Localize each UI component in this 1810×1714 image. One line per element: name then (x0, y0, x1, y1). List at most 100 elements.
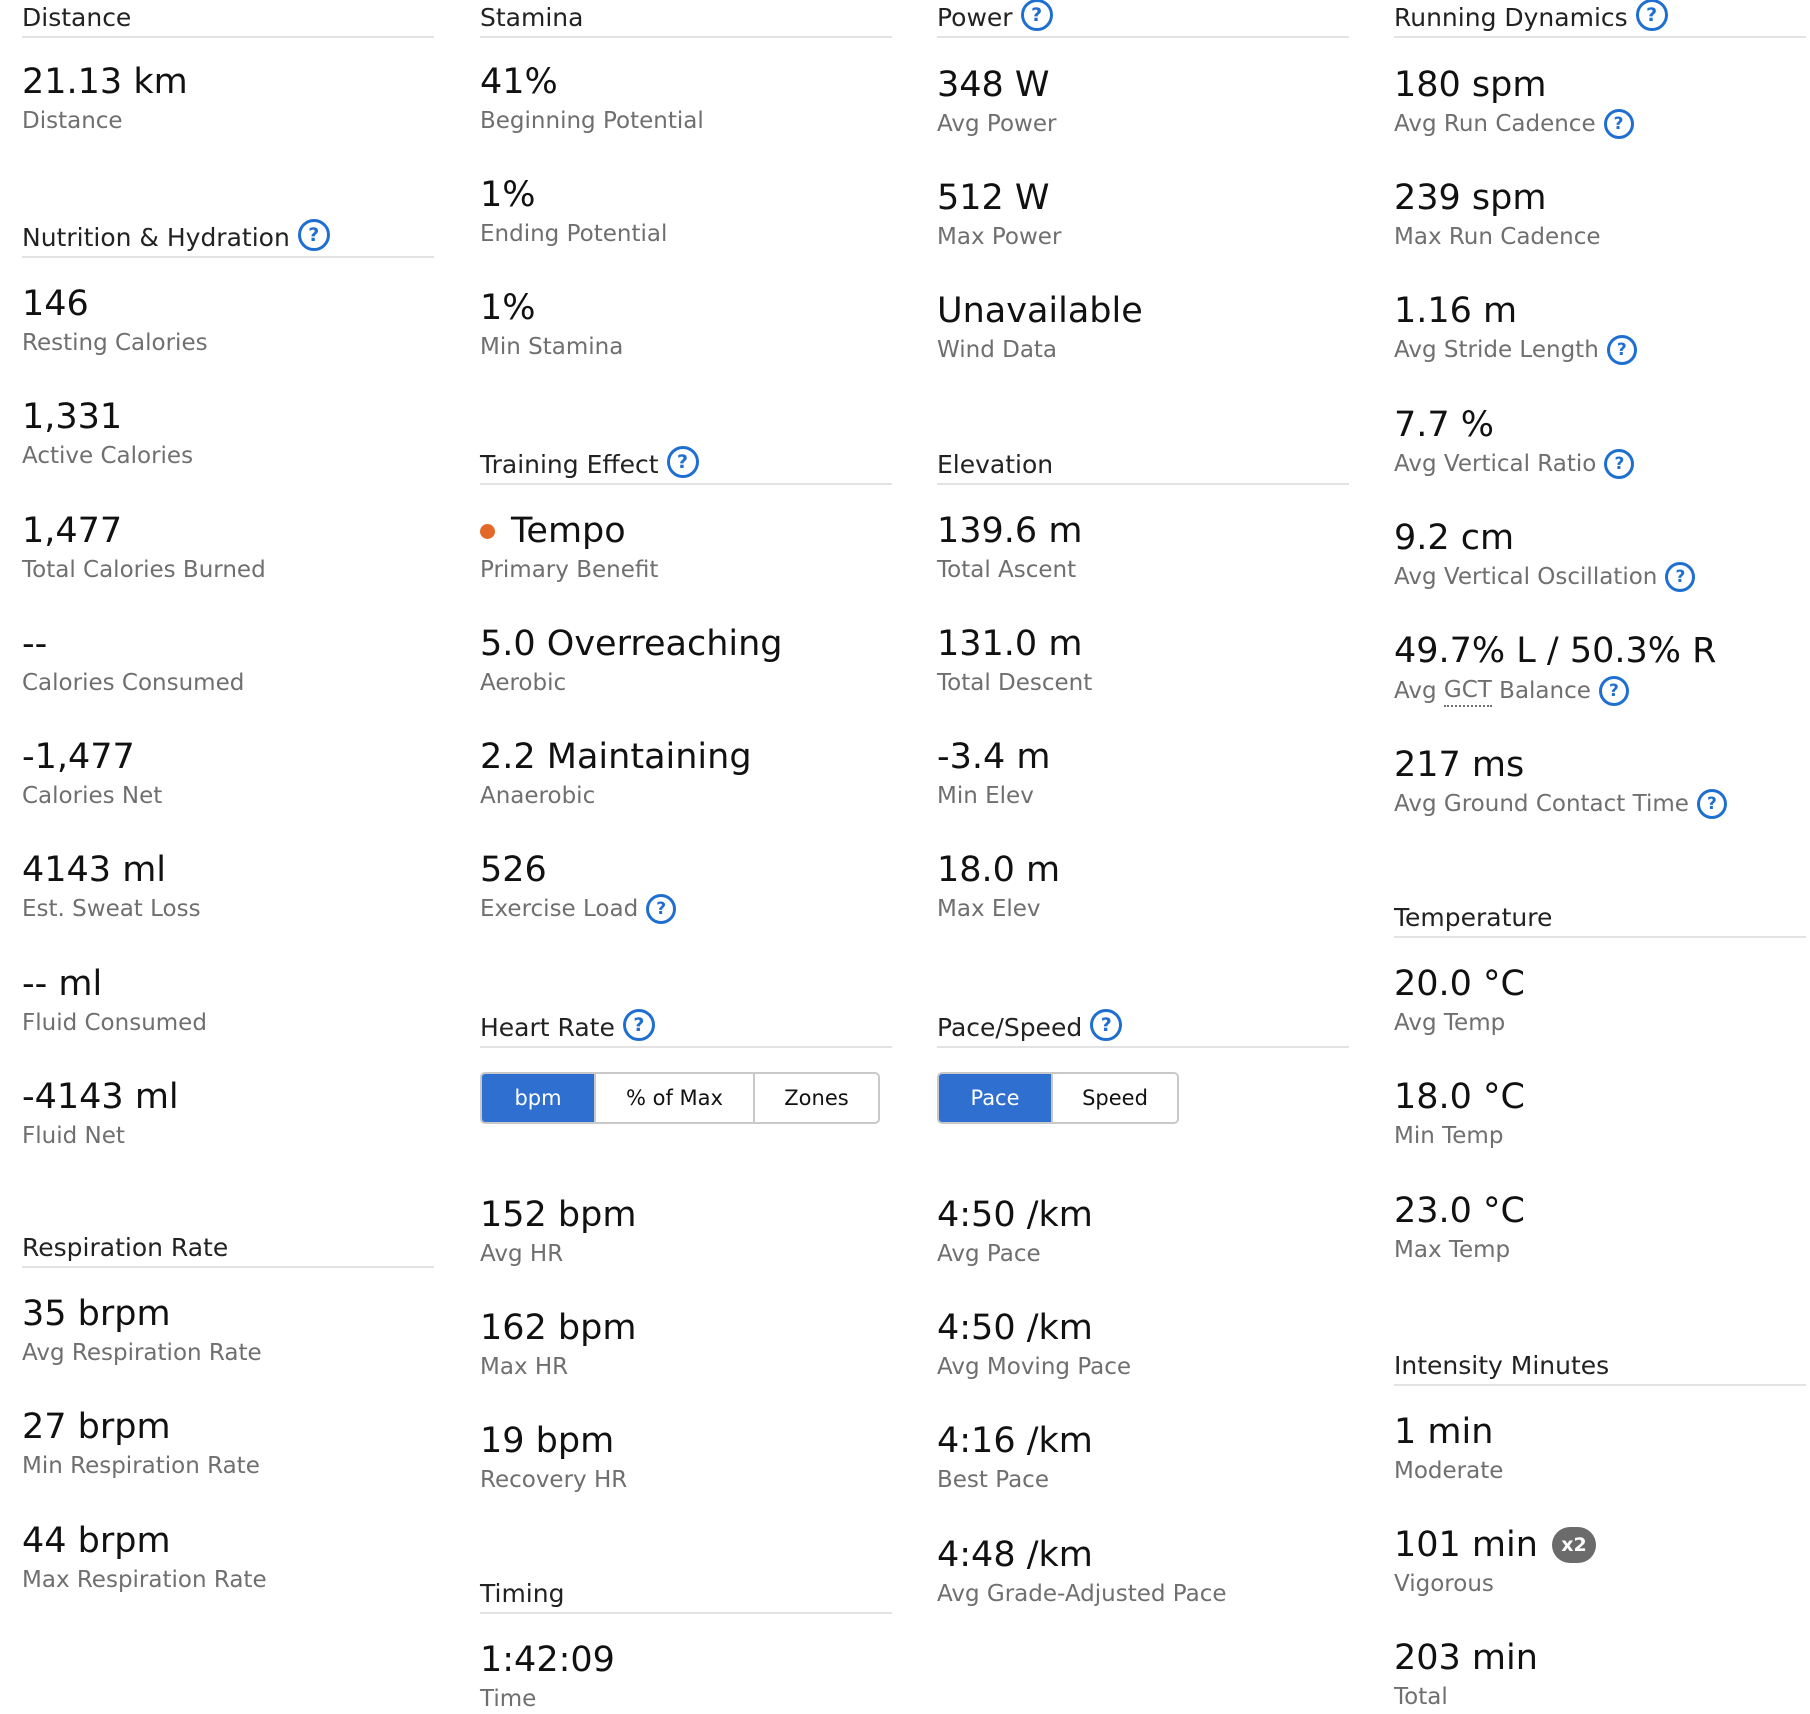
metric-label: Resting Calories (22, 330, 208, 356)
metric-label: Max Temp (1394, 1237, 1511, 1263)
metric-value: 512 W (937, 178, 1050, 218)
help-icon[interactable]: ? (1090, 1009, 1123, 1041)
metric-value: 1% (480, 175, 536, 215)
toggle-percent-max[interactable]: % of Max (596, 1074, 755, 1122)
power-section: Power? (937, 0, 1349, 38)
running-dynamics-section: Running Dynamics? (1394, 0, 1806, 38)
metric-value: -- (22, 624, 48, 664)
section-title: Elevation (937, 450, 1054, 479)
help-icon[interactable]: ? (666, 446, 699, 478)
toggle-zones[interactable]: Zones (755, 1074, 878, 1122)
metric-max-elev: 18.0 m Max Elev (937, 848, 1349, 924)
help-icon[interactable]: ? (1606, 335, 1637, 365)
metric-label: Fluid Consumed (22, 1010, 207, 1036)
metric-value: 2.2 Maintaining (480, 737, 752, 777)
metric-sweat-loss: 4143 ml Est. Sweat Loss (22, 848, 434, 924)
metric-value: 146 (22, 284, 89, 324)
metric-label: Fluid Net (22, 1123, 125, 1149)
metric-beginning-potential: 41% Beginning Potential (480, 60, 892, 136)
metric-moderate: 1 min Moderate (1394, 1410, 1806, 1486)
metric-ending-potential: 1% Ending Potential (480, 173, 892, 249)
help-icon[interactable]: ? (1604, 449, 1635, 479)
section-title: Power (937, 3, 1013, 32)
label-avg: Avg (1394, 678, 1437, 704)
metric-label: Ending Potential (480, 221, 668, 247)
metric-label: Moderate (1394, 1458, 1504, 1484)
metric-total-descent: 131.0 m Total Descent (937, 622, 1349, 698)
metric-label: Distance (22, 108, 123, 134)
pace-section: Pace/Speed? (937, 1009, 1349, 1048)
running-dynamics-header: Running Dynamics? (1394, 0, 1806, 38)
metric-value: 217 ms (1394, 745, 1525, 785)
metric-value: 152 bpm (480, 1195, 637, 1235)
toggle-pace[interactable]: Pace (939, 1074, 1053, 1122)
help-icon[interactable]: ? (646, 894, 677, 924)
metric-value: 44 brpm (22, 1521, 171, 1561)
help-icon[interactable]: ? (1020, 0, 1053, 31)
section-title: Timing (480, 1579, 565, 1608)
metric-value: 131.0 m (937, 624, 1083, 664)
stamina-header: Stamina (480, 0, 892, 38)
nutrition-section: Nutrition & Hydration? (22, 219, 434, 258)
help-icon[interactable]: ? (1696, 789, 1727, 819)
metric-label: Total Descent (937, 670, 1093, 696)
gct-abbreviation[interactable]: GCT (1443, 675, 1492, 707)
metric-wind-data: Unavailable Wind Data (937, 289, 1349, 365)
metric-label: Calories Net (22, 783, 163, 809)
metric-gct-balance: 49.7% L / 50.3% R Avg GCT Balance? (1394, 629, 1806, 707)
metric-vigorous: 101 min x2 Vigorous (1394, 1523, 1806, 1599)
metric-value: 7.7 % (1394, 405, 1495, 445)
metric-total-ascent: 139.6 m Total Ascent (937, 509, 1349, 585)
metric-fluid-net: -4143 ml Fluid Net (22, 1075, 434, 1151)
timing-header: Timing (480, 1576, 892, 1614)
help-icon[interactable]: ? (622, 1009, 655, 1041)
toggle-speed[interactable]: Speed (1053, 1074, 1177, 1122)
metric-label: Avg Ground Contact Time? (1394, 789, 1806, 819)
metric-label: Max Elev (937, 896, 1041, 922)
power-header: Power? (937, 0, 1349, 38)
metric-total-intensity: 203 min Total (1394, 1636, 1806, 1712)
toggle-bpm[interactable]: bpm (482, 1074, 596, 1122)
help-icon[interactable]: ? (1665, 562, 1696, 592)
help-icon[interactable]: ? (297, 219, 330, 251)
metric-label: Best Pace (937, 1467, 1049, 1493)
metric-label: Min Stamina (480, 334, 624, 360)
metric-label: Avg Temp (1394, 1010, 1506, 1036)
intensity-header: Intensity Minutes (1394, 1348, 1806, 1386)
metric-avg-cadence: 180 spm Avg Run Cadence? (1394, 63, 1806, 139)
stamina-section: Stamina (480, 0, 892, 38)
temperature-header: Temperature (1394, 900, 1806, 938)
section-title: Nutrition & Hydration (22, 223, 290, 252)
metric-min-stamina: 1% Min Stamina (480, 286, 892, 362)
section-title: Temperature (1394, 903, 1553, 932)
metric-vertical-oscillation: 9.2 cm Avg Vertical Oscillation? (1394, 516, 1806, 592)
respiration-section: Respiration Rate (22, 1230, 434, 1268)
metric-label: Avg HR (480, 1241, 564, 1267)
heart-rate-toggle: bpm % of Max Zones (480, 1072, 880, 1124)
metric-value: 180 spm (1394, 65, 1547, 105)
metric-label: Total (1394, 1684, 1448, 1710)
help-icon[interactable]: ? (1598, 676, 1629, 706)
metric-label: Avg Power (937, 111, 1057, 137)
metric-label: Est. Sweat Loss (22, 896, 201, 922)
metric-value: 1.16 m (1394, 291, 1518, 331)
metric-value: 4:50 /km (937, 1195, 1093, 1235)
metric-value: 203 min (1394, 1638, 1538, 1678)
metric-label: Avg Grade-Adjusted Pace (937, 1581, 1227, 1607)
intensity-section: Intensity Minutes (1394, 1348, 1806, 1386)
metric-calories-net: -1,477 Calories Net (22, 735, 434, 811)
metric-label: Recovery HR (480, 1467, 628, 1493)
metric-value: 1 min (1394, 1412, 1494, 1452)
metric-value: 1:42:09 (480, 1640, 615, 1680)
help-icon[interactable]: ? (1635, 0, 1668, 31)
section-title: Distance (22, 3, 132, 32)
metric-value: 162 bpm (480, 1308, 637, 1348)
section-title: Heart Rate (480, 1013, 615, 1042)
metric-total-calories: 1,477 Total Calories Burned (22, 509, 434, 585)
metric-label: Total Ascent (937, 557, 1077, 583)
metric-value: 19 bpm (480, 1421, 615, 1461)
section-title: Respiration Rate (22, 1233, 229, 1262)
metric-max-hr: 162 bpm Max HR (480, 1306, 892, 1382)
metric-resting-calories: 146 Resting Calories (22, 282, 434, 358)
help-icon[interactable]: ? (1603, 109, 1634, 139)
